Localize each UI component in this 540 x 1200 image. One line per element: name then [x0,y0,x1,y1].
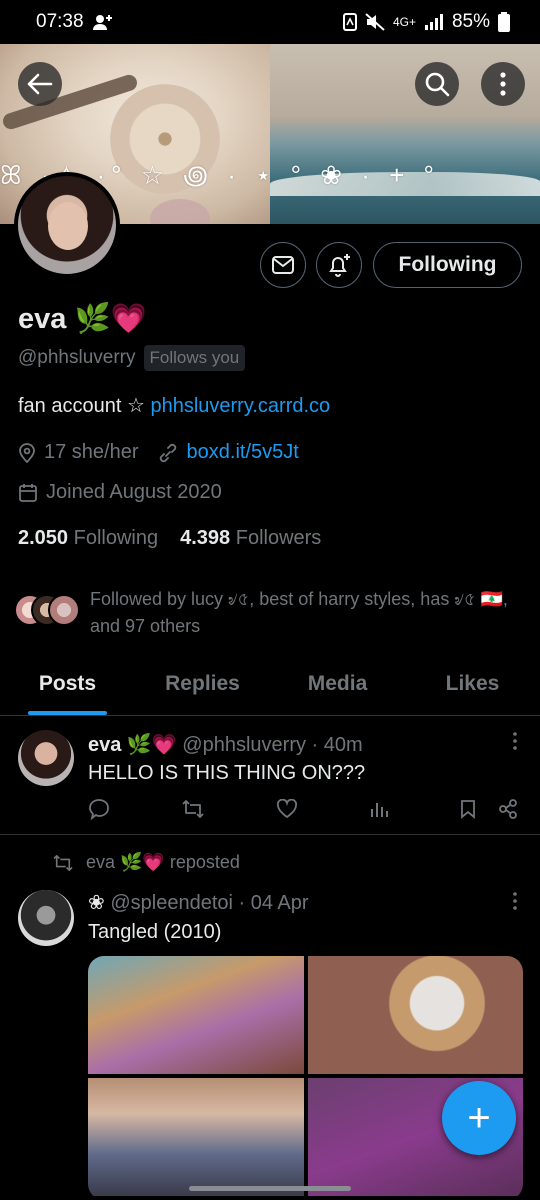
location-pin-icon [19,442,35,463]
post-more-button[interactable] [512,732,518,756]
following-button[interactable]: Following [373,242,522,288]
post-text: Tangled (2010) [88,921,222,943]
search-icon [425,72,450,97]
notify-button[interactable] [316,242,362,288]
views-icon[interactable] [369,799,389,819]
followed-by-avatars [14,594,80,628]
profile-location: 17 she/her [44,441,139,463]
post-actions [88,795,518,823]
tab-media[interactable]: Media [270,662,405,715]
profile-meta-row: 17 she/her boxd.it/5v5Jt [18,441,299,464]
repost-label[interactable]: eva 🌿💗 reposted [86,852,240,873]
network-type: 4G+ [392,15,416,29]
post-time: · 40m [311,734,363,756]
status-bar: 07:38 4G+ 85% [0,0,540,44]
follow-counts: 2.050 Following 4.398 Followers [18,527,321,550]
bio-link[interactable]: phhsluverry.carrd.co [150,395,330,417]
profile-joined: Joined August 2020 [46,481,222,503]
profile-bio: fan account ☆ phhsluverry.carrd.co [18,393,330,418]
post-media-grid [88,956,523,1200]
message-button[interactable] [260,242,306,288]
post-author-handle[interactable]: @spleendetoi [110,892,233,914]
signal-icon [424,14,443,30]
home-indicator[interactable] [189,1186,351,1191]
compose-button[interactable]: + [442,1081,516,1155]
more-button[interactable] [481,62,525,106]
followers-label: Followers [235,527,322,549]
media-image[interactable] [307,956,523,1074]
media-image[interactable] [88,1078,304,1196]
handle-row: @phhsluverry Follows you [18,345,246,371]
post-author-avatar[interactable] [18,730,74,786]
divider [0,834,540,835]
bell-plus-icon [329,254,350,277]
repost-icon[interactable] [181,799,205,819]
post-time: · 04 Apr [238,892,309,914]
status-time: 07:38 [36,11,84,32]
following-count: 2.050 [18,527,69,549]
bio-text: fan account ☆ [18,395,151,417]
followed-by-row[interactable]: Followed by lucy ৶৫, best of harry style… [14,586,524,640]
more-vertical-icon [500,72,506,96]
post-text: HELLO IS THIS THING ON??? [88,762,366,784]
avatar-face [48,202,88,250]
profile-handle: @phhsluverry [18,347,136,368]
like-icon[interactable] [276,799,298,819]
battery-icon [498,12,510,32]
tab-replies[interactable]: Replies [135,662,270,715]
bookmark-icon[interactable] [460,799,476,819]
mail-icon [272,256,294,274]
reply-icon[interactable] [88,798,110,820]
battery-percent: 85% [451,11,490,32]
repost-icon [53,854,73,871]
post-actions-right [460,799,518,819]
profile-website[interactable]: boxd.it/5v5Jt [187,441,299,464]
post-author-name[interactable]: ❀ [88,892,105,914]
followed-by-text: Followed by lucy ৶৫, best of harry style… [90,589,508,636]
repost-indicator: eva 🌿💗 reposted [52,852,240,873]
post-author-avatar[interactable] [18,890,74,946]
post-author-name[interactable]: eva 🌿💗 [88,734,177,756]
person-add-icon [92,15,112,30]
back-button[interactable] [18,62,62,106]
following-label: Following [73,527,159,549]
profile-tabs: Posts Replies Media Likes [0,662,540,716]
profile-avatar[interactable] [14,172,120,278]
joined-row: Joined August 2020 [18,481,222,504]
more-vertical-icon [513,892,517,910]
post-header: eva 🌿💗 @phhsluverry · 40m [88,732,363,757]
post-author-handle[interactable]: @phhsluverry [182,734,306,756]
profile-name: eva 🌿💗 [18,303,147,335]
link-icon [159,443,176,462]
more-vertical-icon [513,732,517,750]
post-header: ❀ @spleendetoi · 04 Apr [88,890,309,915]
calendar-icon [19,483,37,502]
search-button[interactable] [415,62,459,106]
post-more-button[interactable] [512,892,518,916]
nfc-icon [342,13,357,31]
mute-icon [365,13,385,31]
tab-posts[interactable]: Posts [0,662,135,715]
back-arrow-icon [27,73,53,95]
share-icon[interactable] [498,799,518,819]
followers-count-link[interactable]: 4.398 Followers [180,527,321,550]
media-image[interactable] [88,956,304,1074]
following-count-link[interactable]: 2.050 Following [18,527,158,550]
tab-likes[interactable]: Likes [405,662,540,715]
followers-count: 4.398 [180,527,231,549]
follower-avatar [48,594,80,626]
follows-you-badge: Follows you [143,345,246,371]
